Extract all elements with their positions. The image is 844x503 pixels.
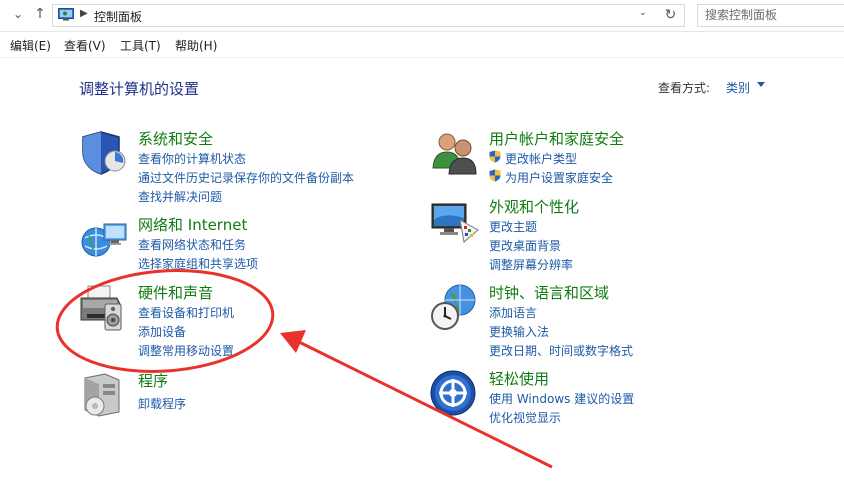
menu-tools[interactable]: 工具(T)	[120, 37, 161, 54]
link-screen-resolution[interactable]: 调整屏幕分辨率	[489, 256, 573, 273]
address-bar-row: ⌄ ↑ ▶ 控制面板 ⌄ ↻	[0, 0, 844, 32]
link-network-status[interactable]: 查看网络状态和任务	[138, 236, 246, 253]
category-hardware-sound: 硬件和声音 查看设备和打印机 添加设备 调整常用移动设置	[79, 282, 399, 358]
menu-view[interactable]: 查看(V)	[64, 37, 106, 54]
link-change-theme[interactable]: 更改主题	[489, 218, 537, 235]
link-file-history-backup[interactable]: 通过文件历史记录保存你的文件备份副本	[138, 169, 354, 186]
users-icon[interactable]	[430, 128, 480, 178]
link-family-safety[interactable]: 为用户设置家庭安全	[505, 169, 613, 186]
category-ease-of-access: 轻松使用 使用 Windows 建议的设置 优化视觉显示	[430, 368, 750, 428]
address-field[interactable]: ▶ 控制面板 ⌄	[52, 4, 658, 27]
refresh-icon: ↻	[664, 7, 677, 23]
category-title-ease-of-access[interactable]: 轻松使用	[489, 368, 549, 389]
category-system-security: 系统和安全 查看你的计算机状态 通过文件历史记录保存你的文件备份副本 查找并解决…	[79, 128, 399, 208]
link-windows-recommended-settings[interactable]: 使用 Windows 建议的设置	[489, 390, 634, 407]
uac-shield-icon	[489, 169, 501, 182]
category-title-user-accounts[interactable]: 用户帐户和家庭安全	[489, 128, 624, 149]
category-clock-language-region: 时钟、语言和区域 添加语言 更换输入法 更改日期、时间或数字格式	[430, 282, 750, 358]
category-title-network-internet[interactable]: 网络和 Internet	[138, 214, 247, 235]
uac-shield-icon	[489, 150, 501, 163]
menu-help[interactable]: 帮助(H)	[175, 37, 217, 54]
link-add-language[interactable]: 添加语言	[489, 304, 537, 321]
view-by-caret-icon[interactable]	[757, 82, 765, 87]
refresh-button[interactable]: ↻	[657, 4, 685, 27]
link-change-desktop-background[interactable]: 更改桌面背景	[489, 237, 561, 254]
category-user-accounts: 用户帐户和家庭安全 更改帐户类型 为用户设置家庭安全	[430, 128, 750, 188]
view-by-dropdown[interactable]: 类别	[726, 79, 750, 96]
link-uninstall-program[interactable]: 卸载程序	[138, 395, 186, 412]
category-network-internet: 网络和 Internet 查看网络状态和任务 选择家庭组和共享选项	[79, 214, 399, 274]
link-view-computer-status[interactable]: 查看你的计算机状态	[138, 150, 246, 167]
clock-globe-icon[interactable]	[430, 282, 480, 332]
view-by-label: 查看方式:	[658, 81, 711, 95]
control-panel-icon	[58, 8, 74, 21]
category-title-hardware-sound[interactable]: 硬件和声音	[138, 282, 213, 303]
menu-edit[interactable]: 编辑(E)	[10, 37, 51, 54]
printer-speaker-icon[interactable]	[79, 282, 129, 332]
category-programs: 程序 卸载程序	[79, 370, 399, 420]
ease-of-access-icon[interactable]	[430, 368, 480, 418]
category-title-appearance[interactable]: 外观和个性化	[489, 196, 579, 217]
chevron-down-icon[interactable]: ⌄	[10, 6, 26, 22]
link-devices-printers[interactable]: 查看设备和打印机	[138, 304, 234, 321]
category-title-programs[interactable]: 程序	[138, 370, 168, 391]
link-mobility-settings[interactable]: 调整常用移动设置	[138, 342, 234, 359]
link-optimize-visual-display[interactable]: 优化视觉显示	[489, 409, 561, 426]
link-change-input-method[interactable]: 更换输入法	[489, 323, 549, 340]
programs-box-icon[interactable]	[79, 370, 129, 420]
link-troubleshoot[interactable]: 查找并解决问题	[138, 188, 222, 205]
breadcrumb-control-panel[interactable]: 控制面板	[94, 8, 142, 25]
search-input[interactable]	[698, 5, 843, 24]
link-homegroup-sharing[interactable]: 选择家庭组和共享选项	[138, 255, 258, 272]
link-change-account-type[interactable]: 更改帐户类型	[505, 150, 577, 167]
network-globe-icon[interactable]	[79, 214, 129, 264]
monitor-palette-icon[interactable]	[430, 196, 480, 246]
page-title: 调整计算机的设置	[79, 80, 200, 98]
address-dropdown-icon[interactable]: ⌄	[639, 8, 647, 18]
category-title-system-security[interactable]: 系统和安全	[138, 128, 213, 149]
shield-security-icon[interactable]	[79, 128, 129, 178]
link-add-device[interactable]: 添加设备	[138, 323, 186, 340]
category-title-clock-language-region[interactable]: 时钟、语言和区域	[489, 282, 609, 303]
link-change-date-time-format[interactable]: 更改日期、时间或数字格式	[489, 342, 633, 359]
up-arrow-icon[interactable]: ↑	[32, 6, 48, 22]
menu-bar: 编辑(E) 查看(V) 工具(T) 帮助(H)	[0, 33, 844, 58]
search-box[interactable]	[697, 4, 844, 27]
category-appearance: 外观和个性化 更改主题 更改桌面背景 调整屏幕分辨率	[430, 196, 750, 272]
breadcrumb-separator-icon: ▶	[80, 8, 88, 19]
